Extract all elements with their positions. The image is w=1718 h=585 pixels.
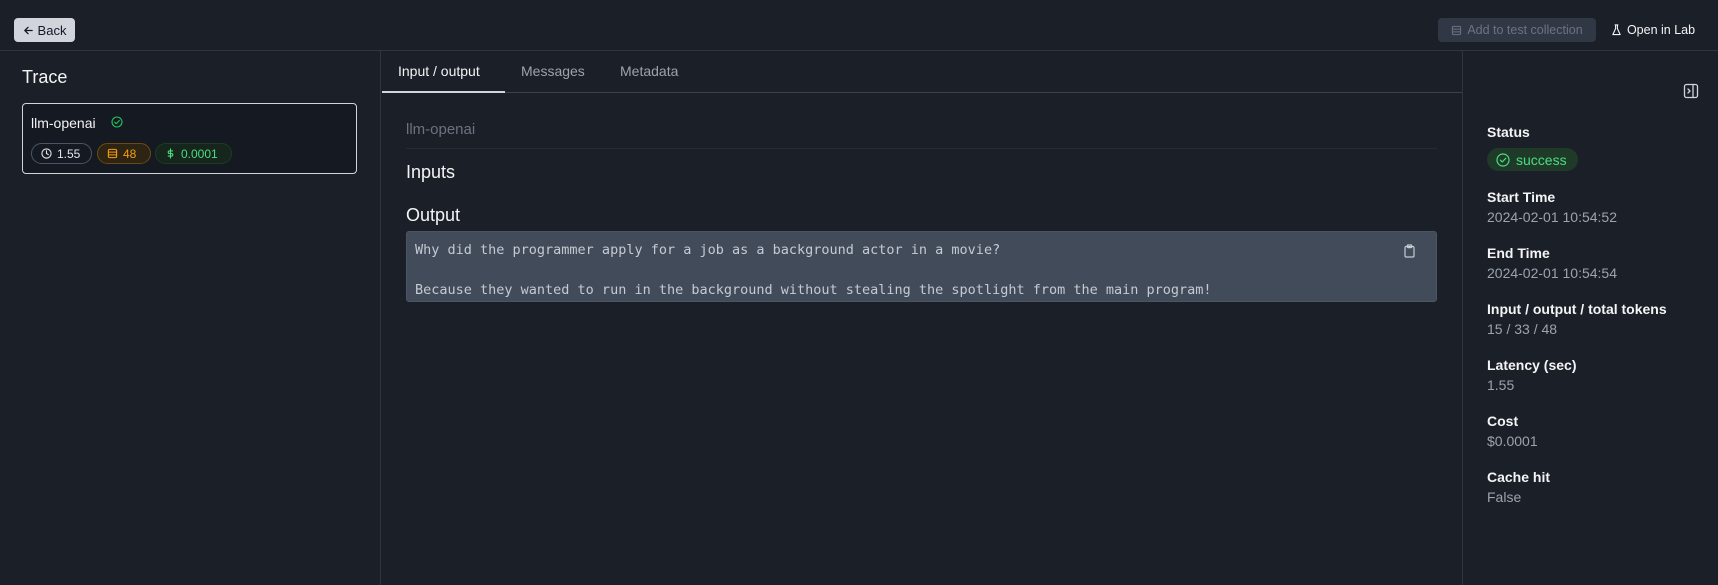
database-icon: [1452, 25, 1462, 35]
check-circle-icon: [1496, 152, 1510, 167]
back-button-label: Back: [37, 22, 67, 38]
status-value: success: [1516, 151, 1567, 168]
inputs-heading: Inputs: [406, 162, 456, 182]
divider: [406, 148, 1437, 149]
active-tab-indicator: [382, 91, 505, 93]
trace-item-name: llm-openai: [31, 115, 96, 131]
details-panel: Status success Start Time 2024-02-01 10:…: [1462, 51, 1718, 585]
clock-icon: [41, 148, 52, 159]
start-time-label: Start Time: [1487, 189, 1556, 205]
trace-panel: Trace llm-openai 1.55 48 0.0001: [0, 51, 381, 585]
dollar-icon: [167, 148, 174, 159]
cost-badge: 0.0001: [155, 143, 232, 164]
flask-icon: [1612, 24, 1621, 36]
main-content: Input / output Messages Metadata llm-ope…: [382, 51, 1462, 585]
tokens-detail-value: 15 / 33 / 48: [1487, 321, 1558, 337]
back-button[interactable]: Back: [14, 18, 75, 42]
open-in-lab-label: Open in Lab: [1626, 23, 1696, 37]
span-name: llm-openai: [406, 121, 476, 138]
tab-input-output[interactable]: Input / output: [398, 63, 480, 79]
panel-toggle-icon[interactable]: [1683, 83, 1699, 99]
tab-metadata[interactable]: Metadata: [620, 63, 678, 79]
trace-item-card[interactable]: llm-openai 1.55 48 0.0001: [22, 103, 357, 174]
clipboard-icon[interactable]: [1403, 244, 1416, 258]
top-bar: Back Add to test collection Open in Lab: [0, 0, 1718, 51]
end-time-label: End Time: [1487, 245, 1550, 261]
start-time-value: 2024-02-01 10:54:52: [1487, 209, 1617, 225]
output-text-box[interactable]: Why did the programmer apply for a job a…: [406, 231, 1437, 302]
status-badge: success: [1487, 148, 1578, 171]
tab-bar: Input / output Messages Metadata: [382, 51, 1462, 93]
latency-label: Latency (sec): [1487, 357, 1577, 373]
tab-messages[interactable]: Messages: [521, 63, 585, 79]
latency-badge: 1.55: [31, 143, 92, 164]
add-to-test-collection-button[interactable]: Add to test collection: [1438, 18, 1596, 42]
check-circle-icon: [111, 116, 123, 128]
cache-hit-value: False: [1487, 489, 1522, 505]
output-line: Because they wanted to run in the backgr…: [415, 282, 1212, 298]
tokens-label: Input / output / total tokens: [1487, 301, 1667, 317]
output-heading: Output: [406, 205, 461, 225]
database-icon: [107, 148, 118, 159]
latency-detail-value: 1.55: [1487, 377, 1515, 393]
tokens-badge: 48: [97, 143, 151, 164]
cache-hit-label: Cache hit: [1487, 469, 1551, 485]
latency-value: 1.55: [57, 146, 81, 161]
end-time-value: 2024-02-01 10:54:54: [1487, 265, 1617, 281]
open-in-lab-button[interactable]: Open in Lab: [1600, 18, 1706, 42]
cost-detail-value: $0.0001: [1487, 433, 1538, 449]
output-line: Why did the programmer apply for a job a…: [415, 242, 1001, 258]
cost-label: Cost: [1487, 413, 1519, 429]
trace-title: Trace: [22, 67, 68, 87]
arrow-left-icon: [23, 26, 33, 34]
tokens-value: 48: [123, 146, 137, 161]
status-label: Status: [1487, 124, 1530, 140]
cost-value: 0.0001: [181, 146, 218, 161]
add-to-test-collection-label: Add to test collection: [1467, 23, 1583, 37]
